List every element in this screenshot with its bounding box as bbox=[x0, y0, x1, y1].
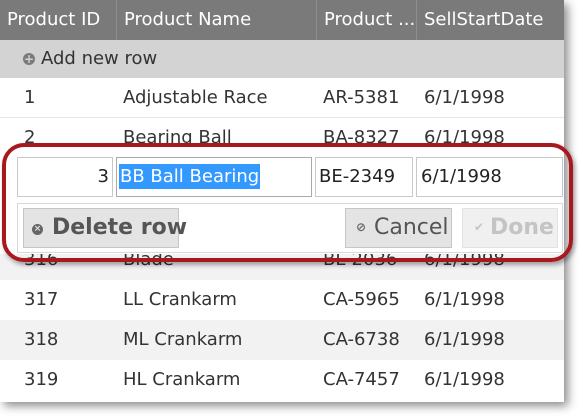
table-row[interactable]: 319 HL Crankarm CA-7457 6/1/1998 bbox=[0, 360, 564, 400]
cell-product-id: 319 bbox=[24, 369, 59, 390]
product-id-input[interactable]: 3 bbox=[17, 157, 113, 197]
product-name-input[interactable]: BB Ball Bearing bbox=[116, 157, 312, 197]
cancel-icon: ⊘ bbox=[355, 220, 367, 234]
table-row[interactable]: 1 Adjustable Race AR-5381 6/1/1998 bbox=[0, 78, 564, 118]
edit-row: 3 BB Ball Bearing BE-2349 6/1/1998 × Dele… bbox=[0, 155, 564, 254]
data-grid: Product ID Product Name Product ... Sell… bbox=[0, 0, 564, 402]
column-header-product-number[interactable]: Product ... bbox=[316, 0, 416, 40]
selected-text: BB Ball Bearing bbox=[119, 164, 261, 189]
cell-sell-start-date: 6/1/1998 bbox=[424, 87, 505, 108]
cell-product-number: BA-8327 bbox=[323, 127, 400, 148]
table-row[interactable]: 317 LL Crankarm CA-5965 6/1/1998 bbox=[0, 280, 564, 320]
done-label: Done bbox=[490, 215, 554, 240]
column-header-sell-start-date[interactable]: SellStartDate bbox=[416, 0, 564, 40]
edit-row-toolbar: × Delete row ⊘ Cancel ✔ Done bbox=[17, 203, 563, 253]
cell-product-number: AR-5381 bbox=[323, 87, 400, 108]
check-icon: ✔ bbox=[473, 220, 485, 234]
cell-product-number: CA-6738 bbox=[323, 329, 400, 350]
delete-row-label: Delete row bbox=[52, 215, 188, 240]
column-header-product-name[interactable]: Product Name bbox=[116, 0, 316, 40]
cell-product-id: 1 bbox=[24, 87, 36, 108]
cell-product-name: HL Crankarm bbox=[123, 369, 241, 390]
cell-product-name: ML Crankarm bbox=[123, 329, 243, 350]
column-header-product-id[interactable]: Product ID bbox=[0, 0, 116, 40]
cell-product-id: 318 bbox=[24, 329, 59, 350]
cell-sell-start-date: 6/1/1998 bbox=[424, 369, 505, 390]
cell-product-number: CA-5965 bbox=[323, 289, 400, 310]
cell-product-name: Bearing Ball bbox=[123, 127, 232, 148]
plus-circle-icon: + bbox=[23, 52, 35, 66]
table-row[interactable]: 2 Bearing Ball BA-8327 6/1/1998 bbox=[0, 118, 564, 158]
cancel-button[interactable]: ⊘ Cancel bbox=[345, 208, 452, 248]
close-circle-icon: × bbox=[32, 224, 43, 235]
delete-row-button[interactable]: × Delete row bbox=[23, 208, 187, 248]
cell-product-id: 2 bbox=[24, 127, 36, 148]
add-new-row-label: Add new row bbox=[41, 48, 158, 69]
cancel-label: Cancel bbox=[374, 215, 449, 240]
add-new-row-button[interactable]: + Add new row bbox=[0, 40, 564, 78]
cell-product-name: Adjustable Race bbox=[123, 87, 268, 108]
grid-header: Product ID Product Name Product ... Sell… bbox=[0, 0, 564, 40]
cell-product-id: 317 bbox=[24, 289, 59, 310]
cell-sell-start-date: 6/1/1998 bbox=[424, 289, 505, 310]
sell-start-date-input[interactable]: 6/1/1998 bbox=[416, 157, 563, 197]
table-row[interactable]: 318 ML Crankarm CA-6738 6/1/1998 bbox=[0, 320, 564, 360]
product-number-input[interactable]: BE-2349 bbox=[315, 157, 413, 197]
cell-sell-start-date: 6/1/1998 bbox=[424, 127, 505, 148]
cell-product-name: LL Crankarm bbox=[123, 289, 237, 310]
cell-sell-start-date: 6/1/1998 bbox=[424, 329, 505, 350]
cell-product-number: CA-7457 bbox=[323, 369, 400, 390]
done-button[interactable]: ✔ Done bbox=[462, 208, 558, 248]
